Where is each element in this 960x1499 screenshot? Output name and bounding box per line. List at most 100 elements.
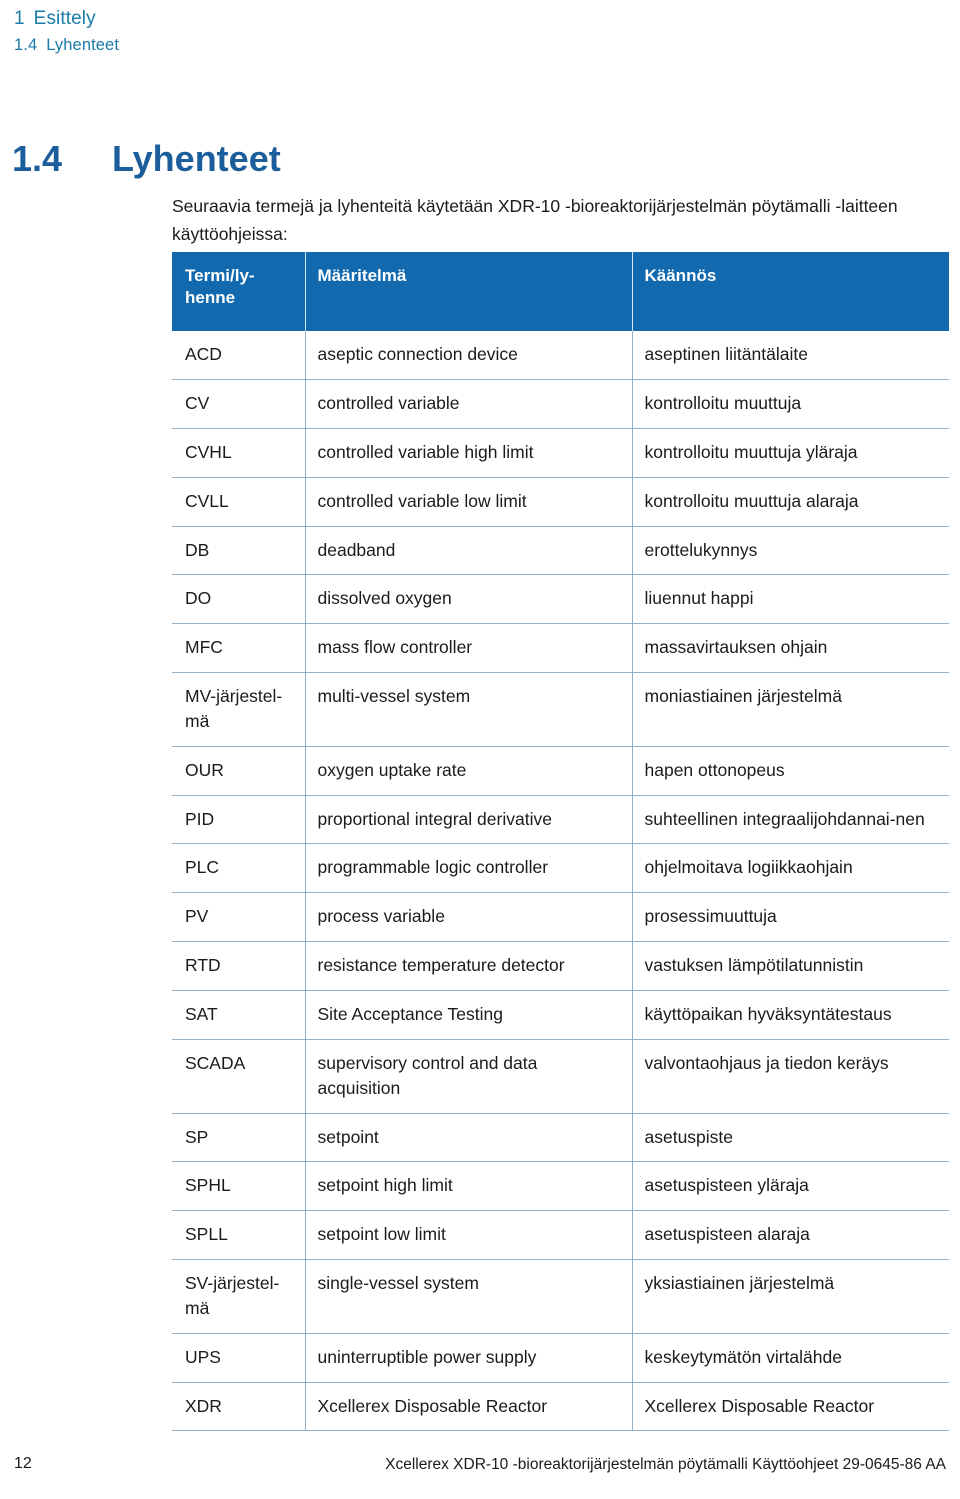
cell-definition: programmable logic controller (305, 843, 633, 894)
cell-definition: supervisory control and data acquisition (305, 1038, 633, 1114)
table-row: PLC programmable logic controller ohjelmoi… (172, 843, 949, 894)
cell-term: SAT (172, 990, 306, 1040)
cell-term: PLC (172, 843, 306, 894)
table-row: UPS uninterruptible power supply keskeytym… (172, 1332, 949, 1383)
table-row: ACD aseptic connection device aseptinen li… (172, 331, 949, 381)
table-row: PID proportional integral derivative suhte… (172, 794, 949, 845)
table-row: XDR Xcellerex Disposable Reactor Xcellerex… (172, 1381, 949, 1432)
cell-translation: vastuksen lämpötilatunnistin (632, 941, 949, 991)
cell-translation: Xcellerex Disposable Reactor (632, 1381, 949, 1432)
breadcrumb-section-title: Lyhenteet (46, 36, 120, 55)
cell-translation: yksiastiainen järjestelmä (632, 1259, 949, 1334)
cell-translation: suhteellinen integraalijohdannai-nen (632, 794, 949, 845)
cell-definition: controlled variable (305, 379, 633, 429)
cell-term: DO (172, 574, 306, 625)
cell-definition: mass flow controller (305, 623, 633, 674)
cell-definition: controlled variable low limit (305, 476, 633, 527)
cell-translation: erottelukynnys (632, 525, 949, 576)
table-row: DO dissolved oxygen liuennut happi (172, 574, 949, 625)
cell-definition: setpoint (305, 1112, 633, 1163)
table-row: SCADA supervisory control and data acquis… (172, 1038, 949, 1114)
cell-term: PV (172, 892, 306, 943)
table-row: CVLL controlled variable low limit kontrol… (172, 476, 949, 527)
cell-definition: controlled variable high limit (305, 427, 633, 478)
table-row: PV process variable prosessimuuttuja (172, 892, 949, 943)
table-row: SP setpoint asetuspiste (172, 1112, 949, 1163)
cell-term: SV-järjestel- mä (172, 1259, 306, 1334)
cell-definition: resistance temperature detector (305, 941, 633, 991)
cell-term: MV-järjestel- mä (172, 672, 306, 747)
cell-definition: setpoint high limit (305, 1161, 633, 1212)
page-title-text: Lyhenteet (112, 138, 281, 180)
footer-page-number: 12 (14, 1455, 32, 1472)
cell-translation: kontrolloitu muuttuja (632, 379, 949, 429)
table-row: SPHL setpoint high limit asetuspisteen ylä… (172, 1161, 949, 1212)
table-header: Termi/ly- henne Määritelmä Käännös (172, 252, 949, 332)
page-footer: 12 Xcellerex XDR-10 -bioreaktorijärjeste… (0, 1455, 960, 1481)
cell-definition: oxygen uptake rate (305, 745, 633, 796)
cell-definition: aseptic connection device (305, 331, 633, 381)
breadcrumb-section: 1.4 Lyhenteet (14, 34, 119, 57)
column-header-translation: Käännös (631, 252, 949, 332)
table-row: RTD resistance temperature detector vastuk… (172, 941, 949, 991)
table-row: DB deadband erottelukynnys (172, 525, 949, 576)
cell-translation: asetuspisteen alaraja (632, 1210, 949, 1261)
cell-definition: dissolved oxygen (305, 574, 633, 625)
cell-translation: käyttöpaikan hyväksyntätestaus (632, 990, 949, 1040)
table-row: SV-järjestel- mä single-vessel system yksi… (172, 1259, 949, 1334)
cell-translation: asetuspisteen yläraja (632, 1161, 949, 1212)
breadcrumb: 1 Esittely 1.4 Lyhenteet (14, 6, 119, 57)
cell-term: DB (172, 525, 306, 576)
cell-translation: valvontaohjaus ja tiedon keräys (632, 1038, 949, 1114)
table-row: MFC mass flow controller massavirtauksen o… (172, 623, 949, 674)
abbreviations-table: Termi/ly- henne Määritelmä Käännös ACD as… (172, 252, 949, 1432)
table-header-row: Termi/ly- henne Määritelmä Käännös (172, 252, 949, 332)
cell-term: SPHL (172, 1161, 306, 1212)
breadcrumb-chapter-number: 1 (14, 8, 25, 29)
cell-term: CVHL (172, 427, 306, 478)
cell-definition: setpoint low limit (305, 1210, 633, 1261)
table-body: ACD aseptic connection device aseptinen li… (172, 331, 949, 1432)
cell-definition: Site Acceptance Testing (305, 990, 633, 1040)
column-header-definition: Määritelmä (304, 252, 632, 332)
page-title-number: 1.4 (12, 138, 63, 180)
table-row: CV controlled variable kontrolloitu muuttu… (172, 379, 949, 429)
cell-translation: asetuspiste (632, 1112, 949, 1163)
table-row: SPLL setpoint low limit asetuspisteen alar… (172, 1210, 949, 1261)
cell-term: SPLL (172, 1210, 306, 1261)
intro-paragraph: Seuraavia termejä ja lyhenteitä käytetää… (172, 195, 898, 244)
cell-translation: kontrolloitu muuttuja yläraja (632, 427, 949, 478)
breadcrumb-chapter-title: Esittely (33, 8, 96, 29)
table-row: OUR oxygen uptake rate hapen ottonopeus (172, 745, 949, 796)
cell-definition: multi-vessel system (305, 672, 633, 747)
cell-definition: Xcellerex Disposable Reactor (305, 1381, 633, 1432)
cell-term: XDR (172, 1381, 306, 1432)
cell-term: UPS (172, 1332, 306, 1383)
cell-translation: massavirtauksen ohjain (632, 623, 949, 674)
cell-term: CV (172, 379, 306, 429)
cell-definition: proportional integral derivative (305, 794, 633, 845)
cell-translation: liuennut happi (632, 574, 949, 625)
cell-translation: hapen ottonopeus (632, 745, 949, 796)
cell-definition: process variable (305, 892, 633, 943)
cell-translation: aseptinen liitäntälaite (632, 331, 949, 381)
cell-term: OUR (172, 745, 306, 796)
page-title: 1.4 Lyhenteet (12, 140, 281, 178)
cell-translation: ohjelmoitava logiikkaohjain (632, 843, 949, 894)
table-row: SAT Site Acceptance Testing käyttöpaikan h… (172, 990, 949, 1040)
cell-term: SCADA (172, 1038, 306, 1114)
breadcrumb-chapter: 1 Esittely (14, 6, 119, 32)
cell-translation: prosessimuuttuja (632, 892, 949, 943)
table-row: MV-järjestel- mä multi-vessel system monia… (172, 672, 949, 747)
cell-translation: keskeytymätön virtalähde (632, 1332, 949, 1383)
cell-definition: uninterruptible power supply (305, 1332, 633, 1383)
cell-term: CVLL (172, 476, 306, 527)
cell-translation: kontrolloitu muuttuja alaraja (632, 476, 949, 527)
cell-term: SP (172, 1112, 306, 1163)
cell-term: PID (172, 794, 306, 845)
column-header-term: Termi/ly- henne (172, 252, 305, 332)
cell-term: ACD (172, 331, 306, 381)
cell-definition: single-vessel system (305, 1259, 633, 1334)
footer-document-title: Xcellerex XDR-10 -bioreaktorijärjestelmä… (385, 1456, 946, 1473)
cell-term: MFC (172, 623, 306, 674)
